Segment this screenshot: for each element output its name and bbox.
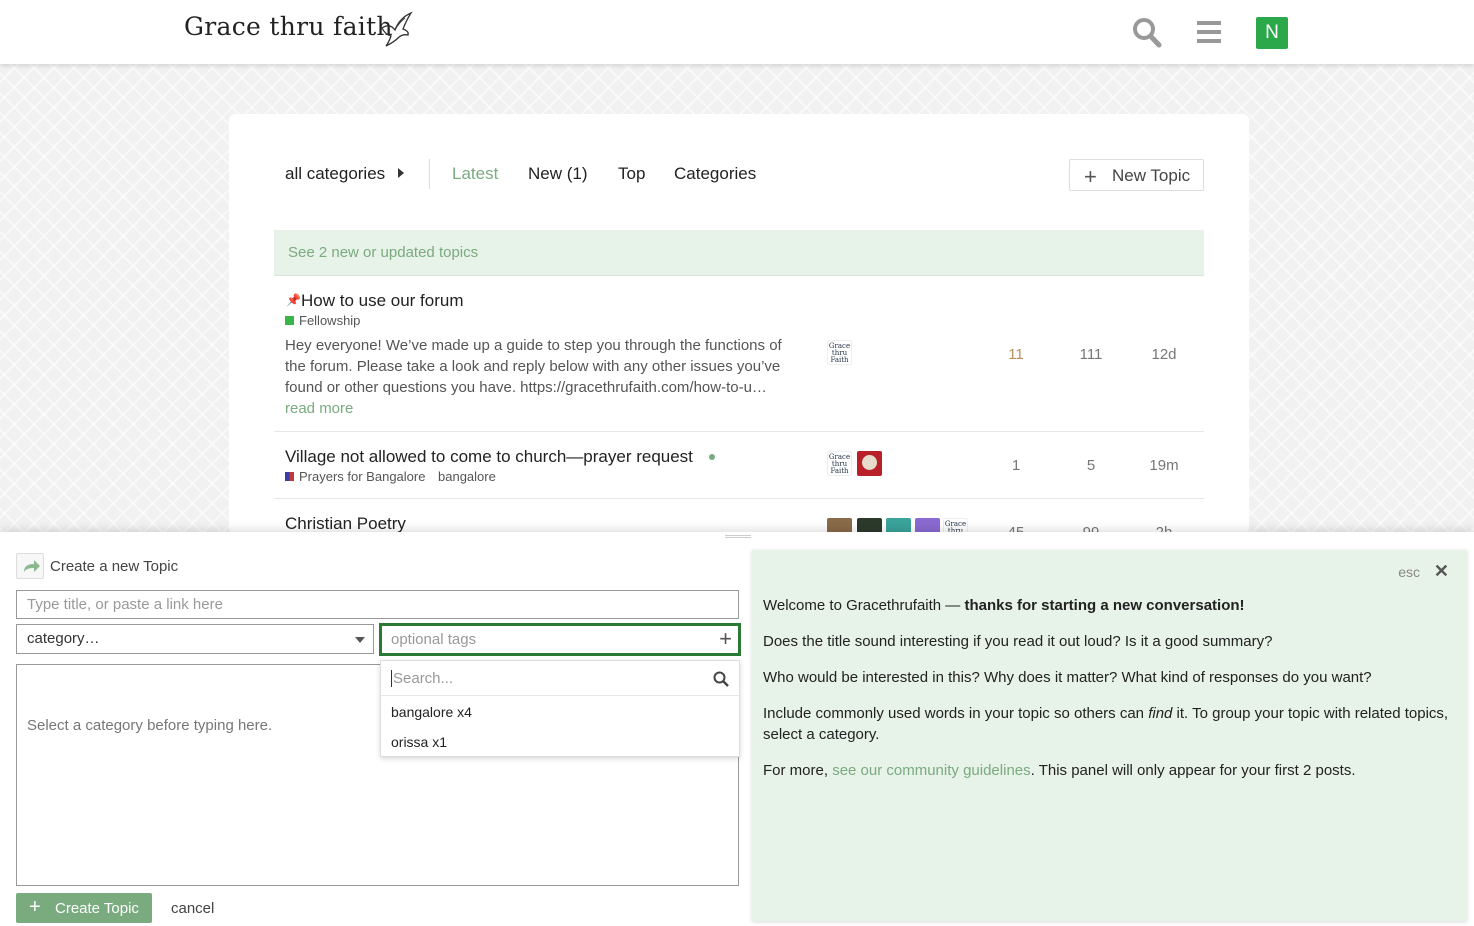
- plus-icon: +: [1084, 164, 1097, 189]
- cancel-link[interactable]: cancel: [171, 900, 214, 917]
- tab-latest[interactable]: Latest: [452, 164, 498, 184]
- plus-icon: +: [719, 626, 732, 651]
- topic-title[interactable]: Christian Poetry: [285, 514, 406, 534]
- composer-education-panel: esc ✕ Welcome to Gracethrufaith — thanks…: [752, 550, 1467, 921]
- composer-resize-grip[interactable]: [725, 535, 751, 538]
- category-dropdown-label: all categories: [285, 164, 386, 183]
- topic-views: 5: [1086, 457, 1096, 474]
- topic-title-input[interactable]: Type title, or paste a link here: [16, 590, 739, 619]
- topic-tag[interactable]: bangalore: [438, 469, 496, 484]
- topic-title[interactable]: How to use our forum: [301, 291, 464, 311]
- tag-option-orissa[interactable]: orissa x1: [391, 734, 447, 750]
- topic-category[interactable]: Prayers for Bangalore: [285, 469, 425, 484]
- category-select-value: category…: [27, 630, 100, 647]
- close-icon[interactable]: ✕: [1434, 561, 1449, 582]
- education-paragraph: Who would be interested in this? Why doe…: [763, 669, 1372, 686]
- category-dropdown[interactable]: all categories: [285, 164, 404, 184]
- caret-right-icon: [397, 168, 404, 178]
- read-more-link[interactable]: read more: [285, 400, 353, 417]
- banner-text: See 2 new or updated topics: [288, 244, 479, 261]
- composer-actions-button[interactable]: [16, 553, 44, 579]
- create-topic-button[interactable]: + Create Topic: [16, 893, 152, 923]
- search-icon: [713, 671, 729, 687]
- topic-excerpt: Hey everyone! We’ve made up a guide to s…: [285, 337, 782, 396]
- user-avatar[interactable]: N: [1256, 17, 1288, 49]
- new-topic-label: New Topic: [1112, 166, 1191, 185]
- tags-input[interactable]: optional tags +: [379, 623, 741, 656]
- row-divider: [274, 431, 1204, 432]
- new-topics-banner[interactable]: See 2 new or updated topics: [274, 230, 1204, 276]
- poster-avatar[interactable]: Grace thru Faith: [827, 451, 852, 476]
- poster-avatar[interactable]: [857, 451, 882, 476]
- tab-top[interactable]: Top: [618, 164, 645, 184]
- composer-action-title: Create a new Topic: [50, 558, 179, 575]
- esc-hint: esc: [1398, 564, 1420, 580]
- education-paragraph: Does the title sound interesting if you …: [763, 633, 1273, 650]
- topic-replies[interactable]: 1: [991, 457, 1041, 474]
- nav-divider: [429, 159, 430, 189]
- category-badge-square: [285, 316, 294, 325]
- unread-dot-icon: [709, 454, 715, 460]
- search-icon[interactable]: [1132, 16, 1162, 48]
- paragraph-italic: find: [1148, 705, 1173, 722]
- welcome-text: Welcome to Gracethrufaith —: [763, 597, 965, 614]
- create-topic-label: Create Topic: [55, 900, 139, 917]
- site-header: Grace thru faith N: [0, 0, 1474, 64]
- paragraph-text: For more,: [763, 762, 833, 779]
- topic-list-card: all categories Latest New (1) Top Catego…: [229, 114, 1249, 534]
- education-welcome: Welcome to Gracethrufaith — thanks for s…: [763, 595, 1458, 616]
- tags-placeholder: optional tags: [391, 631, 477, 648]
- topic-activity[interactable]: 19m: [1139, 457, 1189, 474]
- topic-views: 111: [1079, 346, 1103, 363]
- share-arrow-icon: [24, 560, 40, 572]
- paragraph-text: Include commonly used words in your topi…: [763, 705, 1149, 722]
- new-topic-button[interactable]: + New Topic: [1069, 159, 1204, 191]
- category-select[interactable]: category…: [16, 624, 374, 654]
- topic-category[interactable]: Fellowship: [285, 313, 360, 328]
- topic-title[interactable]: Village not allowed to come to church—pr…: [285, 447, 693, 467]
- education-paragraph: Include commonly used words in your topi…: [763, 703, 1458, 745]
- poster-avatar[interactable]: Grace thru Faith: [827, 340, 852, 365]
- welcome-bold-text: thanks for starting a new conversation!: [964, 597, 1245, 614]
- tag-search-placeholder: Search...: [391, 670, 454, 687]
- hamburger-menu-icon[interactable]: [1196, 20, 1222, 44]
- category-name: Fellowship: [299, 313, 361, 328]
- site-logo[interactable]: Grace thru faith: [184, 12, 393, 41]
- category-badge-square: [285, 472, 294, 481]
- category-name: Prayers for Bangalore: [299, 469, 426, 484]
- editor-hint: Select a category before typing here.: [27, 717, 273, 734]
- education-paragraph: For more, see our community guidelines. …: [763, 760, 1458, 781]
- topic-replies[interactable]: 11: [991, 346, 1041, 363]
- plus-icon: +: [29, 896, 41, 918]
- tab-categories[interactable]: Categories: [674, 164, 756, 184]
- dove-icon: [381, 11, 413, 47]
- guidelines-link[interactable]: see our community guidelines: [832, 762, 1030, 779]
- row-divider: [274, 498, 1204, 499]
- pin-icon: 📌: [286, 293, 301, 307]
- composer-panel: Create a new Topic Type title, or paste …: [0, 532, 1474, 926]
- tab-new[interactable]: New (1): [528, 164, 588, 184]
- tag-dropdown: Search... bangalore x4 orissa x1: [380, 660, 740, 757]
- tag-option-bangalore[interactable]: bangalore x4: [391, 704, 472, 720]
- tag-search-input[interactable]: Search...: [381, 661, 739, 696]
- topic-activity[interactable]: 12d: [1139, 346, 1189, 363]
- caret-down-icon: [355, 637, 365, 643]
- paragraph-text: . This panel will only appear for your f…: [1030, 762, 1356, 779]
